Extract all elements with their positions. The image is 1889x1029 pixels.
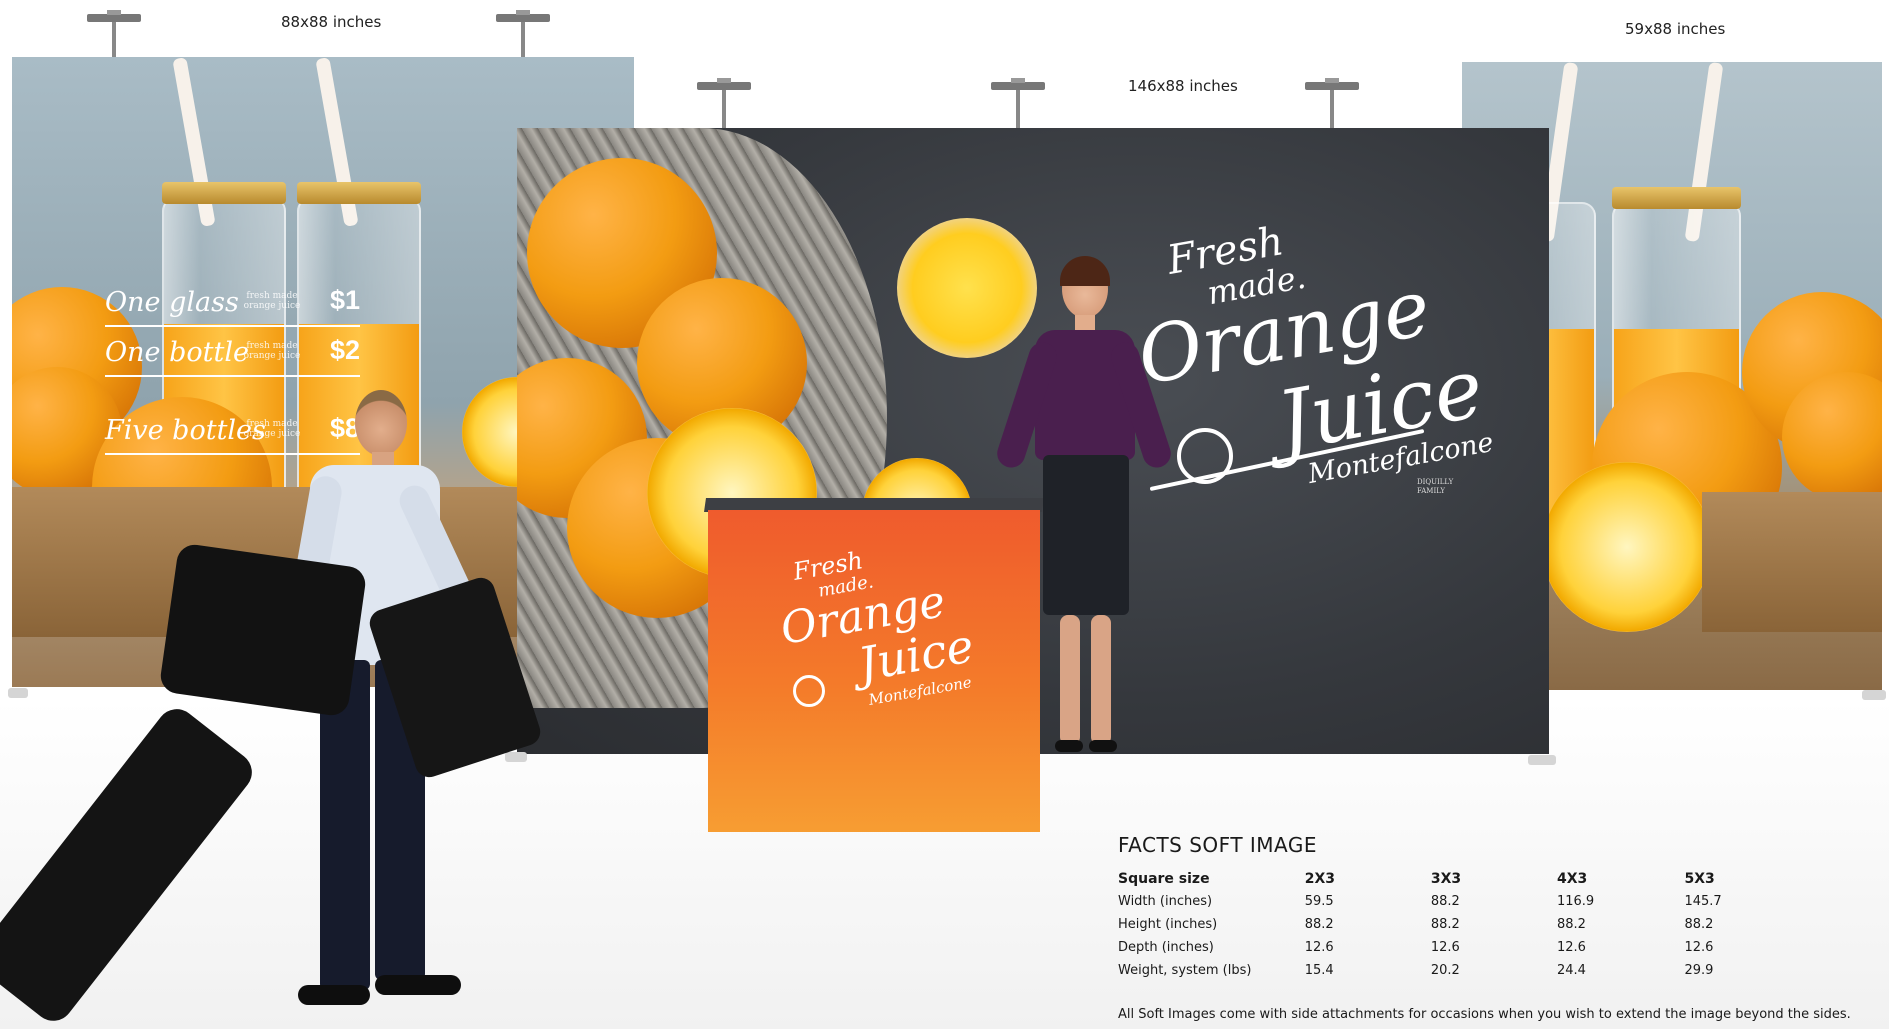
table-cell: 88.2: [1684, 917, 1714, 932]
table-header-cell: 3X3: [1430, 870, 1462, 887]
table-cell: 15.4: [1304, 963, 1334, 978]
menu-item-note: fresh made orange juice: [243, 291, 301, 311]
promo-counter: Fresh made. Orange Juice Montefalcone: [708, 510, 1040, 832]
carry-bag: [158, 542, 368, 718]
table-cell: 12.6: [1684, 940, 1714, 955]
table-cell: 12.6: [1304, 940, 1334, 955]
brand-subtitle: DIQUILLY FAMILY: [1417, 478, 1454, 495]
table-cell: 116.9: [1556, 894, 1595, 909]
table-cell: 20.2: [1430, 963, 1460, 978]
table-header-cell: 4X3: [1556, 870, 1588, 887]
counter-emblem-icon: [793, 675, 825, 707]
facts-note: All Soft Images come with side attachmen…: [1118, 1007, 1851, 1022]
dimension-label-right: 59x88 inches: [1625, 20, 1726, 38]
table-cell: 59.5: [1304, 894, 1334, 909]
table-header-row: Square size 2X3 3X3 4X3 5X3: [1118, 867, 1812, 890]
rolling-case: [0, 701, 260, 1029]
table-row: Width (inches) 59.5 88.2 116.9 145.7: [1118, 890, 1812, 913]
menu-item-note: fresh made orange juice: [243, 341, 301, 361]
orange-half: [1542, 462, 1712, 632]
light-fixture: [1305, 78, 1359, 130]
panel-foot: [8, 688, 28, 698]
table-cell: 88.2: [1430, 894, 1460, 909]
wooden-crate: [1702, 492, 1882, 632]
menu-item-name: One glass: [105, 287, 239, 318]
dimension-label-center: 146x88 inches: [1128, 77, 1238, 95]
table-cell: 88.2: [1430, 917, 1460, 932]
table-cell: 12.6: [1556, 940, 1586, 955]
woman-figure: [993, 256, 1175, 805]
facts-title: FACTS SOFT IMAGE: [1118, 833, 1318, 857]
table-row-label: Height (inches): [1118, 917, 1218, 932]
bottle-cap: [1612, 187, 1741, 209]
table-header-cell: 2X3: [1304, 870, 1335, 887]
table-header-cell: 5X3: [1684, 870, 1715, 887]
brand-emblem-icon: [1177, 428, 1233, 484]
light-fixture: [697, 78, 751, 130]
light-fixture: [496, 10, 550, 62]
table-cell: 88.2: [1556, 917, 1586, 932]
light-fixture: [87, 10, 141, 62]
panel-foot: [1528, 755, 1556, 765]
table-cell: 12.6: [1430, 940, 1460, 955]
table-cell: 145.7: [1684, 894, 1722, 909]
menu-item-price: $1: [329, 285, 360, 315]
table-cell: 29.9: [1684, 963, 1714, 978]
table-header-label: Square size: [1118, 870, 1210, 887]
light-fixture: [991, 78, 1045, 130]
bottle-cap: [297, 182, 421, 204]
menu-row: One bottle fresh made orange juice $2: [105, 335, 360, 377]
table-row-label: Depth (inches): [1118, 940, 1214, 955]
table-row-label: Width (inches): [1118, 894, 1213, 909]
menu-item-name: One bottle: [105, 337, 249, 368]
table-cell: 24.4: [1556, 963, 1586, 978]
panel-foot: [1862, 690, 1886, 700]
dimension-label-left: 88x88 inches: [281, 13, 382, 31]
facts-table: Square size 2X3 3X3 4X3 5X3 Width (inche…: [1118, 867, 1812, 982]
table-row-label: Weight, system (lbs): [1118, 963, 1252, 978]
bottle-cap: [162, 182, 286, 204]
table-row: Height (inches) 88.2 88.2 88.2 88.2: [1118, 913, 1812, 936]
menu-row: One glass fresh made orange juice $1: [105, 285, 360, 327]
table-cell: 88.2: [1304, 917, 1334, 932]
table-row: Weight, system (lbs) 15.4 20.2 24.4 29.9: [1118, 959, 1812, 982]
menu-item-price: $2: [329, 335, 360, 365]
table-row: Depth (inches) 12.6 12.6 12.6 12.6: [1118, 936, 1812, 959]
panel-foot: [505, 752, 527, 762]
